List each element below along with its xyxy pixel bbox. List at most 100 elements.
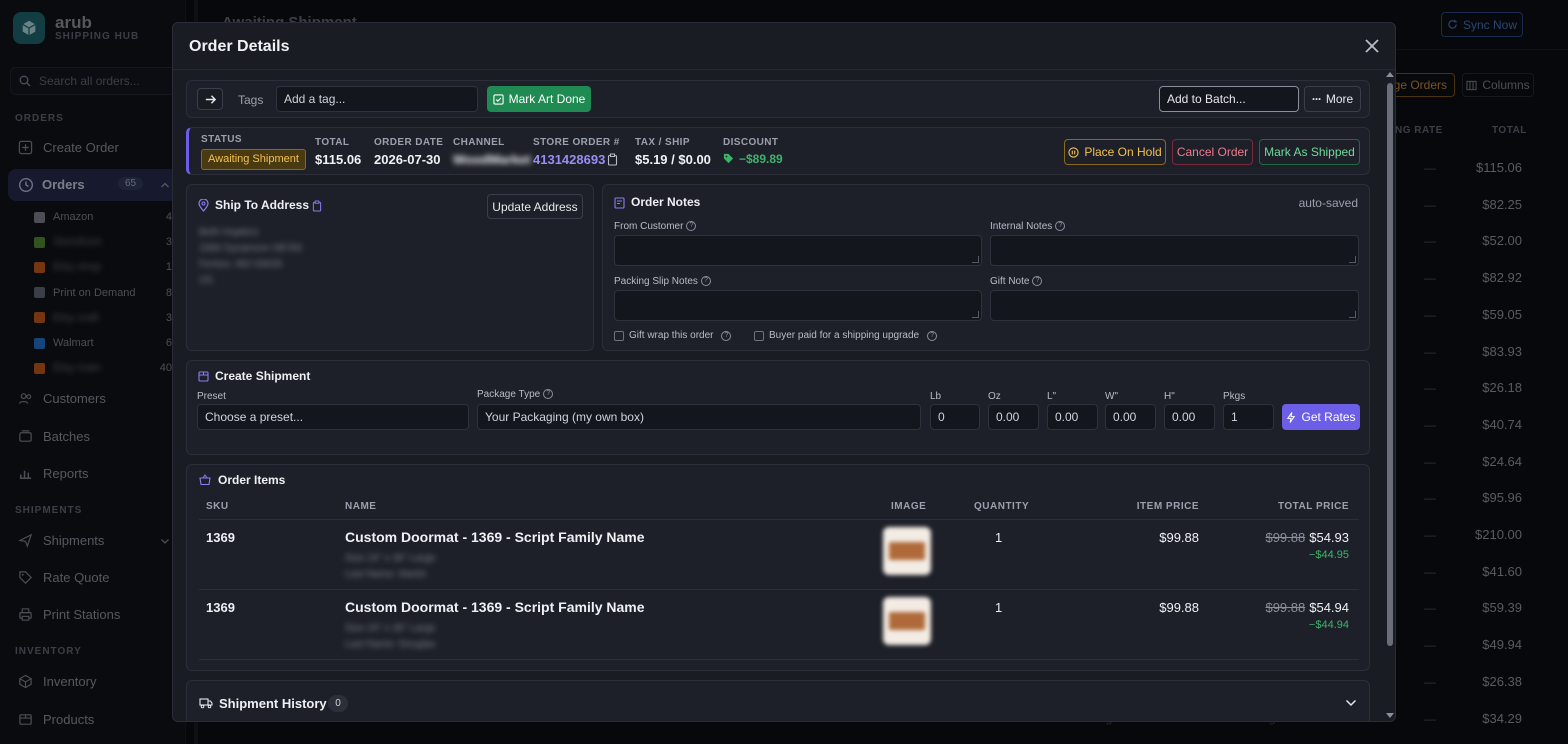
table-divider (199, 589, 1359, 590)
package-type-select[interactable]: Your Packaging (my own box) (477, 404, 921, 430)
address-block: Beth Hopkins 1583 Sycamore Hill Rd Fento… (199, 225, 301, 289)
item-total-price: $99.88 $54.93 (1265, 530, 1349, 545)
length-label: L" (1047, 391, 1057, 402)
tax-ship-value: $5.19 / $0.00 (635, 152, 711, 167)
column-header-quantity: QUANTITY (974, 501, 1030, 512)
preset-value: Choose a preset... (205, 410, 304, 424)
more-button[interactable]: ··· More (1304, 86, 1361, 112)
copy-address-icon[interactable] (312, 200, 322, 212)
order-notes-title: Order Notes (631, 195, 701, 209)
order-toolbar: Tags Add a tag... Mark Art Done Add to B… (186, 80, 1370, 118)
mark-as-shipped-label: Mark As Shipped (1264, 145, 1355, 159)
update-address-label: Update Address (492, 199, 578, 214)
from-customer-textarea[interactable] (614, 235, 982, 266)
length-input[interactable]: 0.00 (1047, 404, 1098, 430)
notes-icon (614, 197, 625, 209)
modal-divider (173, 69, 1395, 70)
gift-note-textarea[interactable] (990, 290, 1359, 321)
package-box-icon (198, 371, 209, 382)
item-quantity: 1 (995, 530, 1003, 545)
gift-wrap-checkbox-row[interactable]: Gift wrap this order? (614, 330, 732, 341)
order-items-card: Order Items SKU NAME IMAGE QUANTITY ITEM… (186, 464, 1370, 671)
length-value: 0.00 (1055, 410, 1079, 424)
shipment-history-card[interactable]: Shipment History 0 (186, 680, 1370, 721)
store-order-header: STORE ORDER # (533, 137, 620, 148)
help-icon[interactable]: ? (721, 330, 732, 341)
help-icon[interactable]: ? (1055, 221, 1066, 232)
get-rates-button[interactable]: Get Rates (1282, 404, 1360, 430)
create-shipment-card: Create Shipment Preset Choose a preset..… (186, 360, 1370, 455)
from-customer-text: From Customer (614, 221, 684, 232)
buyer-paid-checkbox[interactable] (754, 330, 764, 341)
item-sku: 1369 (206, 530, 235, 545)
scroll-thumb[interactable] (1387, 83, 1393, 646)
scroll-down-icon[interactable] (1386, 711, 1394, 719)
gift-wrap-checkbox[interactable] (614, 330, 624, 341)
cancel-order-label: Cancel Order (1176, 145, 1249, 159)
item-name[interactable]: Custom Doormat - 1369 - Script Family Na… (345, 599, 645, 615)
chevron-down-icon[interactable] (1345, 698, 1357, 708)
item-detail: Size 24" x 36" Large (345, 623, 436, 634)
expand-arrow-button[interactable] (197, 88, 223, 110)
internal-notes-label: Internal Notes? (990, 221, 1066, 232)
truck-icon (199, 698, 213, 709)
item-name[interactable]: Custom Doormat - 1369 - Script Family Na… (345, 529, 645, 545)
shipment-history-title: Shipment History (219, 696, 327, 711)
gift-note-label: Gift Note? (990, 276, 1043, 287)
help-icon[interactable]: ? (927, 330, 938, 341)
mark-art-done-label: Mark Art Done (508, 92, 586, 106)
pkgs-input[interactable]: 1 (1223, 404, 1274, 430)
store-order-link[interactable]: 4131428693 (533, 152, 605, 167)
copy-icon[interactable] (607, 153, 618, 166)
oz-label: Oz (988, 391, 1001, 402)
item-detail: Size 24" x 36" Large (345, 553, 436, 564)
scroll-up-icon[interactable] (1386, 71, 1394, 79)
buyer-paid-checkbox-row[interactable]: Buyer paid for a shipping upgrade? (754, 330, 938, 341)
internal-notes-textarea[interactable] (990, 235, 1359, 266)
lb-input[interactable]: 0 (930, 404, 980, 430)
item-image[interactable] (883, 527, 931, 575)
preset-select[interactable]: Choose a preset... (197, 404, 469, 430)
discounted-price: $54.94 (1309, 600, 1349, 615)
help-icon[interactable]: ? (543, 389, 554, 400)
place-on-hold-label: Place On Hold (1084, 145, 1162, 159)
place-on-hold-button[interactable]: Place On Hold (1064, 139, 1166, 165)
item-quantity: 1 (995, 600, 1003, 615)
packing-slip-label: Packing Slip Notes? (614, 276, 711, 287)
order-status-strip: STATUS Awaiting Shipment TOTAL $115.06 O… (186, 127, 1370, 175)
cancel-order-button[interactable]: Cancel Order (1172, 139, 1253, 165)
packing-slip-text: Packing Slip Notes (614, 276, 698, 287)
modal-scrollbar[interactable] (1385, 71, 1395, 721)
tag-input[interactable]: Add a tag... (276, 86, 478, 112)
discount-header: DISCOUNT (723, 137, 779, 148)
item-detail: Last Name: Martin (345, 569, 427, 580)
mark-as-shipped-button[interactable]: Mark As Shipped (1259, 139, 1360, 165)
channel-header: CHANNEL (453, 137, 505, 148)
lightning-icon (1287, 411, 1296, 423)
oz-input[interactable]: 0.00 (988, 404, 1039, 430)
preset-label: Preset (197, 391, 226, 402)
close-icon[interactable] (1363, 37, 1381, 55)
from-customer-label: From Customer? (614, 221, 697, 232)
help-icon[interactable]: ? (1032, 276, 1043, 287)
discount-tag-icon (723, 153, 734, 164)
modal-title: Order Details (189, 38, 290, 55)
item-sku: 1369 (206, 600, 235, 615)
item-image[interactable] (883, 597, 931, 645)
mark-art-done-button[interactable]: Mark Art Done (487, 86, 591, 112)
width-input[interactable]: 0.00 (1105, 404, 1156, 430)
pkgs-value: 1 (1231, 410, 1238, 424)
basket-icon (199, 474, 211, 486)
help-icon[interactable]: ? (686, 221, 697, 232)
height-input[interactable]: 0.00 (1164, 404, 1215, 430)
item-price: $99.88 (1159, 600, 1199, 615)
packing-slip-textarea[interactable] (614, 290, 982, 321)
more-label: More (1325, 92, 1354, 106)
package-type-text: Package Type (477, 389, 541, 400)
ship-to-title: Ship To Address (215, 198, 310, 212)
help-icon[interactable]: ? (700, 276, 711, 287)
address-line: Beth Hopkins (199, 227, 259, 238)
update-address-button[interactable]: Update Address (487, 194, 583, 219)
add-to-batch-select[interactable]: Add to Batch... (1159, 86, 1299, 112)
pause-circle-icon (1068, 146, 1079, 158)
